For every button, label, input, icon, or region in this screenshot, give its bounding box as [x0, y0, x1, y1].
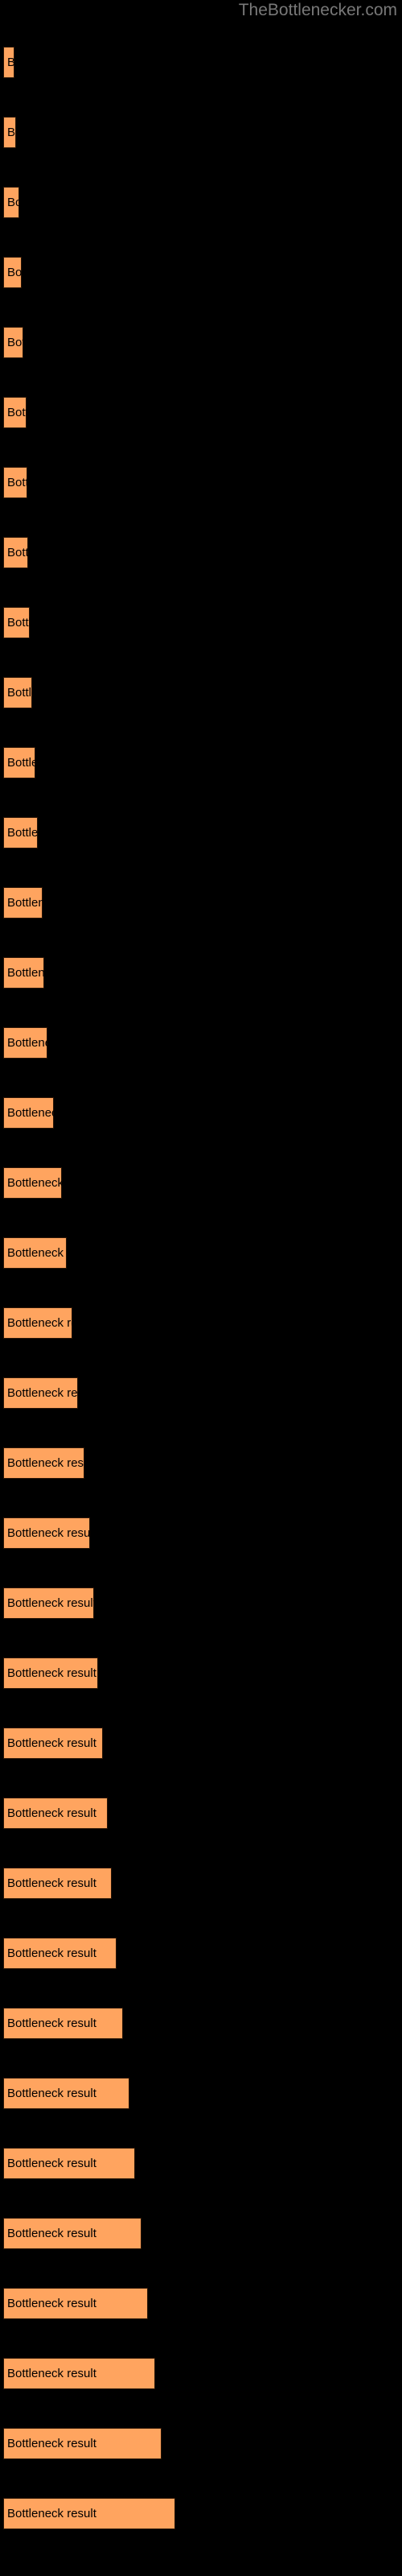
bar-label: Bottleneck result — [7, 2437, 96, 2450]
bar-label-clip: Bottleneck result — [3, 2428, 162, 2459]
bar-label-clip: Bottleneck result — [3, 2078, 129, 2109]
bar-label: Bottleneck result — [7, 1736, 96, 1750]
bar-label-clip: Bottleneck result — [3, 2218, 142, 2249]
bar-label: Bottleneck result — [7, 966, 44, 980]
bar-label: Bottleneck result — [7, 1596, 94, 1610]
bar-label-clip: Bottleneck result — [3, 187, 19, 218]
bar-label: Bottleneck result — [7, 56, 14, 69]
bar-label-clip: Bottleneck result — [3, 1587, 94, 1619]
bar-label: Bottleneck result — [7, 756, 35, 770]
bar-label-clip: Bottleneck result — [3, 257, 22, 288]
bar-label-clip: Bottleneck result — [3, 1237, 67, 1269]
bar-label-clip: Bottleneck result — [3, 1517, 90, 1549]
bar-label-clip: Bottleneck result — [3, 1447, 84, 1479]
bar-label: Bottleneck result — [7, 1526, 90, 1540]
bar-label-clip: Bottleneck result — [3, 747, 35, 778]
bar-label-clip: Bottleneck result — [3, 1167, 62, 1199]
bar-label: Bottleneck result — [7, 546, 28, 559]
bar-label-clip: Bottleneck result — [3, 327, 23, 358]
bar-label-clip: Bottleneck result — [3, 397, 27, 428]
bar-label: Bottleneck result — [7, 266, 22, 279]
bar-label: Bottleneck result — [7, 2017, 96, 2030]
bar-label: Bottleneck result — [7, 896, 43, 910]
bar-label-clip: Bottleneck result — [3, 2008, 123, 2039]
bar-label-clip: Bottleneck result — [3, 887, 43, 919]
bar-label-clip: Bottleneck result — [3, 467, 27, 498]
bar-label-clip: Bottleneck result — [3, 1868, 112, 1899]
bar-label-clip: Bottleneck result — [3, 817, 38, 848]
bar-label: Bottleneck result — [7, 2227, 96, 2240]
plot-area: Bottleneck result Bottleneck result Bottle… — [0, 0, 402, 2576]
bar-label: Bottleneck result — [7, 616, 30, 630]
bar-label-clip: Bottleneck result — [3, 1798, 108, 1829]
bar-label: Bottleneck result — [7, 2087, 96, 2100]
bar-label-clip: Bottleneck result — [3, 957, 44, 989]
bar-label: Bottleneck result — [7, 686, 32, 700]
bar-label-clip: Bottleneck result — [3, 677, 32, 708]
bar-label-clip: Bottleneck result — [3, 1657, 98, 1689]
bar-label: Bottleneck result — [7, 406, 27, 419]
bar-label: Bottleneck result — [7, 2297, 96, 2310]
bar-label-clip: Bottleneck result — [3, 1377, 78, 1409]
bar-label-clip: Bottleneck result — [3, 47, 14, 78]
bar-label: Bottleneck result — [7, 2157, 96, 2170]
bar-label-clip: Bottleneck result — [3, 2288, 148, 2319]
bar-label-clip: Bottleneck result — [3, 2358, 155, 2389]
bar-label-clip: Bottleneck result — [3, 1307, 72, 1339]
bar-label: Bottleneck result — [7, 1316, 72, 1330]
bar-label-clip: Bottleneck result — [3, 2498, 175, 2529]
bar-label: Bottleneck result — [7, 1666, 96, 1680]
bar-label-clip: Bottleneck result — [3, 2148, 135, 2179]
bar-label-clip: Bottleneck result — [3, 1728, 103, 1759]
bar-label: Bottleneck result — [7, 1876, 96, 1890]
bar-label: Bottleneck result — [7, 2507, 96, 2520]
bar-label: Bottleneck result — [7, 1806, 96, 1820]
bar-label-clip: Bottleneck result — [3, 1027, 47, 1059]
bar-label-clip: Bottleneck result — [3, 607, 30, 638]
bar-label-clip: Bottleneck result — [3, 1938, 117, 1969]
bar-label: Bottleneck result — [7, 196, 19, 209]
bar-label: Bottleneck result — [7, 336, 23, 349]
bar-label: Bottleneck result — [7, 1946, 96, 1960]
bar-label: Bottleneck result — [7, 476, 27, 489]
bar-label: Bottleneck result — [7, 1246, 67, 1260]
bar-label-clip: Bottleneck result — [3, 117, 16, 148]
bar-label: Bottleneck result — [7, 826, 38, 840]
bar-label: Bottleneck result — [7, 2367, 96, 2380]
bar-label: Bottleneck result — [7, 1036, 47, 1050]
bar-label: Bottleneck result — [7, 1176, 62, 1190]
bar-label: Bottleneck result — [7, 1386, 78, 1400]
bar-label-clip: Bottleneck result — [3, 537, 28, 568]
bar-label: Bottleneck result — [7, 1456, 84, 1470]
bar-label: Bottleneck result — [7, 1106, 54, 1120]
chart-root: TheBottlenecker.com Bottleneck resultBot… — [0, 0, 402, 2576]
bar-label-clip: Bottleneck result — [3, 1097, 54, 1129]
bar-label: Bottleneck result — [7, 126, 16, 139]
